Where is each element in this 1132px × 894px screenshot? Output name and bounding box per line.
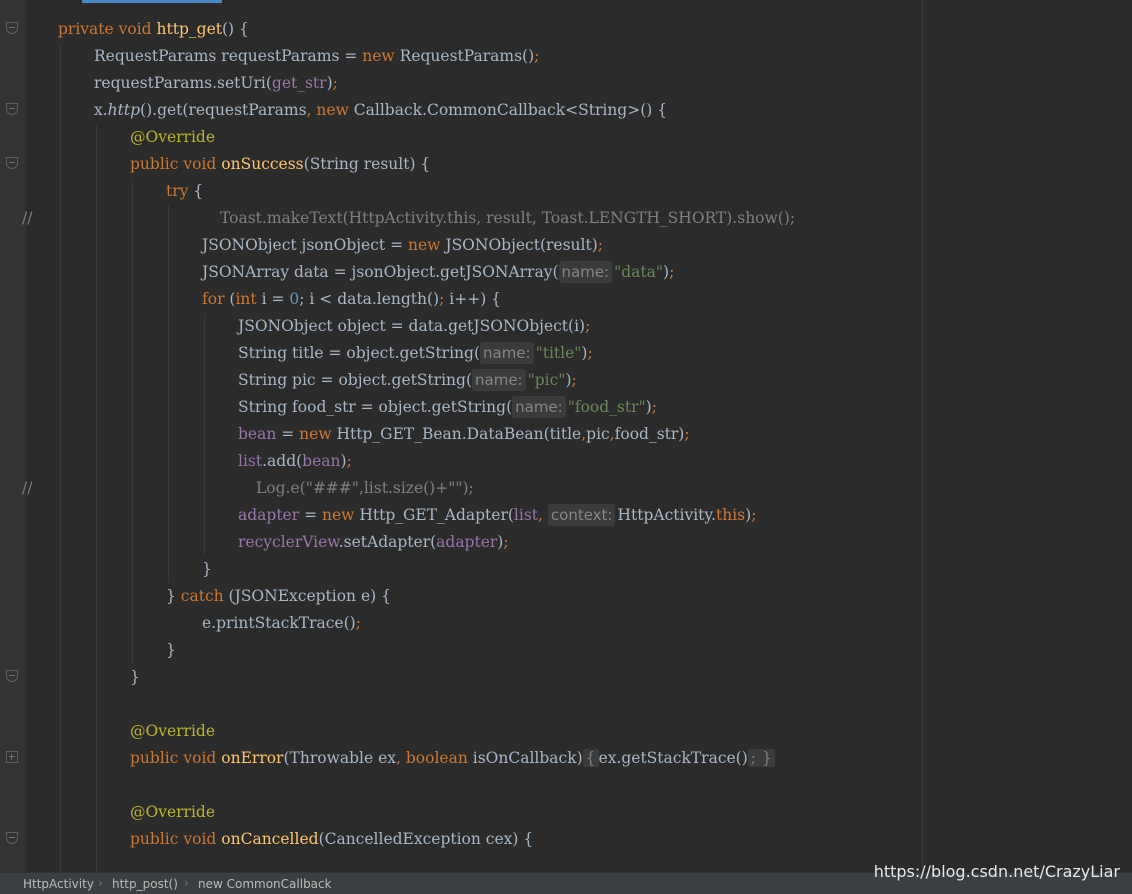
- code-line: public void onCancelled(CancelledExcepti…: [130, 830, 534, 848]
- code-line: adapter = new Http_GET_Adapter(list, con…: [238, 504, 757, 526]
- indent-guide: [168, 205, 169, 583]
- indent-guide: [96, 124, 97, 872]
- fold-expand-icon[interactable]: [6, 751, 18, 763]
- breadcrumb-chevron-icon: ›: [184, 876, 189, 890]
- fold-collapse-icon[interactable]: [6, 157, 18, 169]
- code-line: requestParams.setUri(get_str);: [94, 74, 338, 92]
- indent-guide: [204, 313, 205, 556]
- code-line: } catch (JSONException e) {: [166, 587, 391, 605]
- breadcrumb-chevron-icon: ›: [98, 876, 103, 890]
- code-line: }: [130, 668, 140, 686]
- code-line: JSONObject object = data.getJSONObject(i…: [238, 317, 591, 335]
- folded-brace: }: [759, 749, 775, 767]
- code-line: @Override: [130, 128, 216, 146]
- parameter-hint: name:: [558, 261, 613, 283]
- code-line: @Override: [130, 803, 216, 821]
- code-line: JSONObject jsonObject = new JSONObject(r…: [202, 236, 604, 254]
- code-line: private void http_get() {: [58, 20, 249, 38]
- breadcrumb-item[interactable]: HttpActivity: [23, 877, 94, 891]
- code-line: String title = object.getString(name: "ti…: [238, 342, 593, 364]
- fold-collapse-icon[interactable]: [6, 670, 18, 682]
- editor-gutter: [0, 0, 26, 872]
- code-line: for (int i = 0; i < data.length(); i++) …: [202, 290, 502, 308]
- code-line: String pic = object.getString(name: "pic"…: [238, 369, 577, 391]
- watermark-text: https://blog.csdn.net/CrazyLiar: [873, 862, 1120, 881]
- code-line: JSONArray data = jsonObject.getJSONArray…: [202, 261, 675, 283]
- code-line-comment: //Toast.makeText(HttpActivity.this, resu…: [22, 209, 796, 227]
- parameter-hint: context:: [547, 504, 616, 526]
- code-line: }: [166, 641, 176, 659]
- breadcrumb-item[interactable]: http_post(): [112, 877, 178, 891]
- code-line-comment: //Log.e("###",list.size()+"");: [22, 479, 474, 497]
- breadcrumb-item[interactable]: new CommonCallback: [198, 877, 332, 891]
- right-margin-guide: [922, 0, 923, 872]
- code-line: }: [202, 560, 212, 578]
- parameter-hint: name:: [512, 396, 566, 418]
- code-line: list.add(bean);: [238, 452, 352, 470]
- code-line: bean = new Http_GET_Bean.DataBean(title,…: [238, 425, 690, 443]
- code-line: String food_str = object.getString(name:…: [238, 396, 657, 418]
- code-line: public void onSuccess(String result) {: [130, 155, 431, 173]
- parameter-hint: name:: [472, 369, 526, 391]
- fold-collapse-icon[interactable]: [6, 103, 18, 115]
- code-line: @Override: [130, 722, 216, 740]
- code-line: try {: [166, 182, 204, 200]
- code-line: x.http().get(requestParams, new Callback…: [94, 101, 668, 119]
- fold-collapse-icon[interactable]: [6, 22, 18, 34]
- folded-brace: {: [582, 749, 599, 767]
- code-line: RequestParams requestParams = new Reques…: [94, 47, 540, 65]
- indent-guide: [60, 43, 61, 872]
- code-line: recyclerView.setAdapter(adapter);: [238, 533, 509, 551]
- fold-collapse-icon[interactable]: [6, 832, 18, 844]
- code-line: public void onError(Throwable ex, boolea…: [130, 745, 775, 772]
- folded-brace: ;: [747, 749, 760, 767]
- code-line: e.printStackTrace();: [202, 614, 361, 632]
- active-tab-indicator: [82, 0, 222, 3]
- indent-guide: [132, 178, 133, 664]
- parameter-hint: name:: [480, 342, 534, 364]
